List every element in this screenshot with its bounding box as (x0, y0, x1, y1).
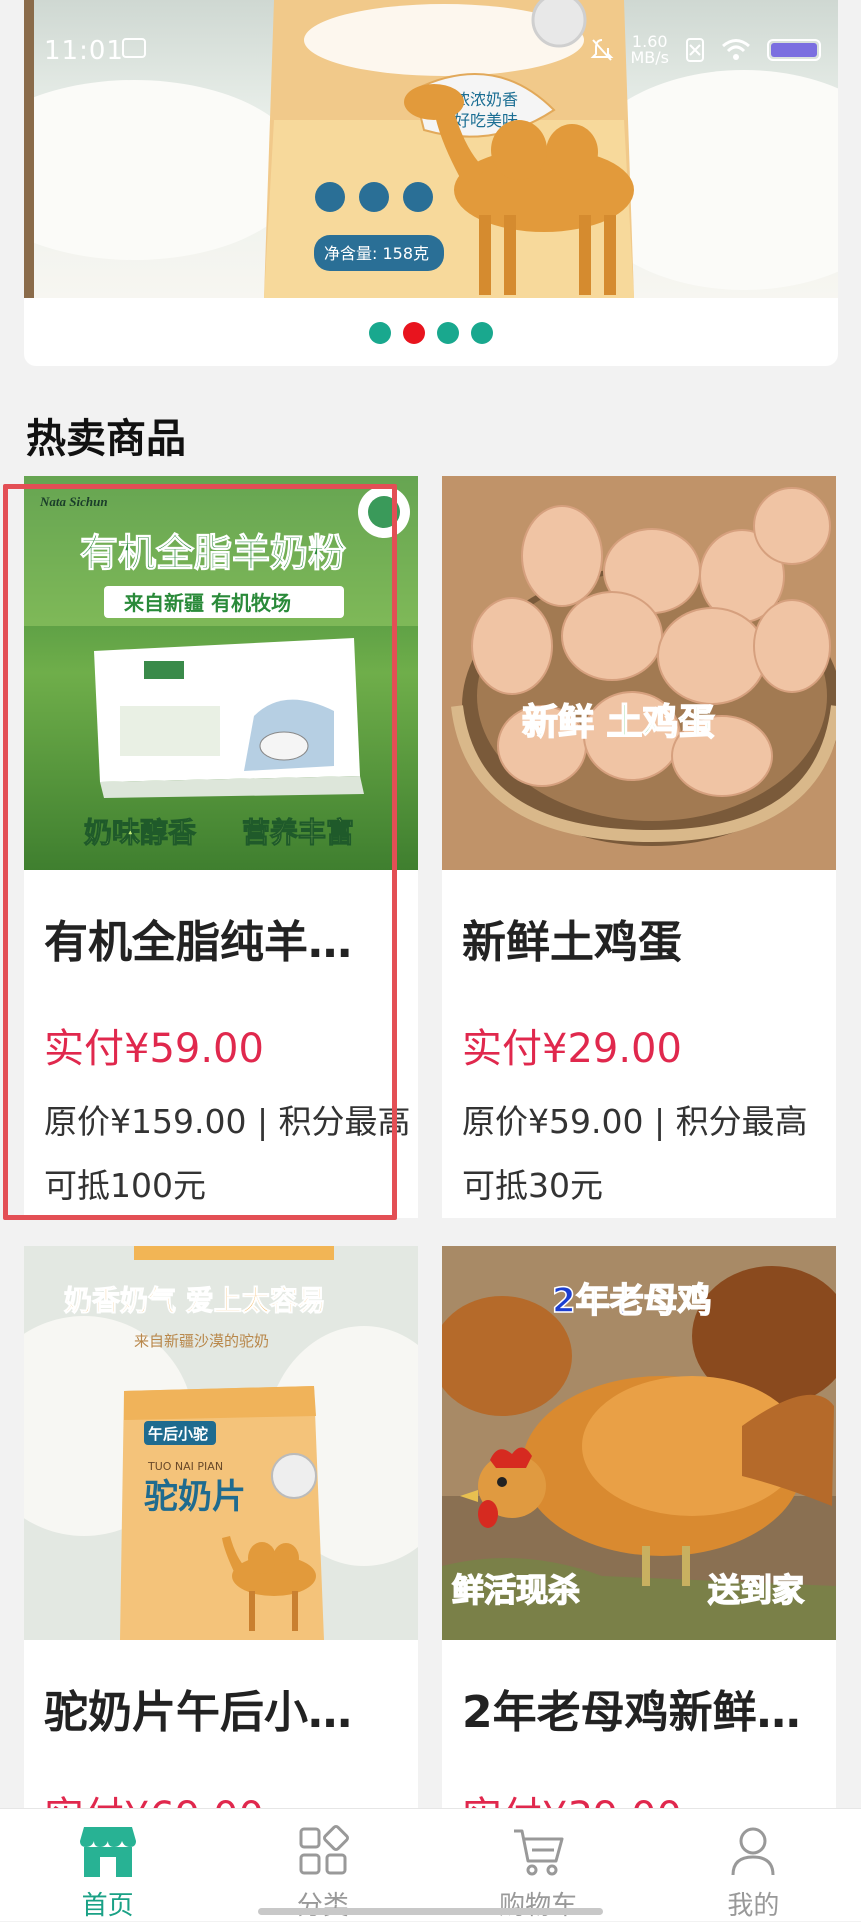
goat-tag-left: 奶味醇香 (84, 816, 196, 849)
mail-notification-icon (122, 38, 146, 58)
product-image: 新鲜 土鸡蛋 (442, 476, 836, 870)
carousel-dot[interactable] (369, 322, 391, 344)
tab-cart[interactable]: 购物车 (431, 1809, 646, 1921)
pouch-pinyin: TUO NAI PIAN (147, 1460, 223, 1473)
carousel-dot-active[interactable] (403, 322, 425, 344)
product-image: 奶香奶气 爱上太容易 来自新疆沙漠的驼奶 午后小驼 TUO NAI PIAN 驼… (24, 1246, 418, 1640)
product-title[interactable]: 有机全脂纯羊… (44, 906, 404, 970)
product-title[interactable]: 驼奶片午后小… (44, 1676, 404, 1740)
product-original-price: 原价¥59.00 | 积分最高可抵30元 (462, 1102, 808, 1205)
product-original-price: 原价¥159.00 | 积分最高可抵100元 (44, 1102, 411, 1205)
tab-profile[interactable]: 我的 (646, 1809, 861, 1921)
product-title[interactable]: 新鲜土鸡蛋 (462, 906, 822, 970)
pouch-name: 驼奶片 (144, 1477, 246, 1517)
grid-icon (299, 1825, 349, 1875)
goat-subline: 来自新疆 有机牧场 (123, 591, 291, 615)
carousel-dot[interactable] (437, 322, 459, 344)
section-title-hot-products: 热卖商品 (26, 416, 186, 462)
tab-category[interactable]: 分类 (215, 1809, 430, 1921)
product-card-camel-milk-tablet[interactable]: 奶香奶气 爱上太容易 来自新疆沙漠的驼奶 午后小驼 TUO NAI PIAN 驼… (24, 1246, 418, 1846)
network-speed-unit: MB/s (630, 48, 669, 67)
home-indicator[interactable] (258, 1908, 603, 1915)
pouch-brand: 午后小驼 (148, 1425, 208, 1443)
sim-off-icon (686, 38, 704, 62)
product-card-old-hen[interactable]: 2年老母鸡 鲜活现杀 送到家 2年老母鸡新鲜… 实付¥39.00 (442, 1246, 836, 1846)
hen-tag-right: 送到家 (708, 1571, 804, 1609)
cart-icon (514, 1829, 564, 1876)
battery-icon (767, 39, 821, 61)
tab-home-label: 首页 (81, 1891, 134, 1921)
bottom-tab-bar: 首页 分类 购物车 我的 (0, 1808, 861, 1921)
tab-cart-label: 购物车 (499, 1891, 578, 1921)
camel-milk-headline: 奶香奶气 爱上太容易 (64, 1284, 326, 1317)
tab-home[interactable]: 首页 (0, 1809, 215, 1921)
hen-headline: 2年老母鸡 (552, 1281, 712, 1321)
tab-category-label: 分类 (296, 1891, 349, 1921)
hen-tag-left: 鲜活现杀 (452, 1571, 580, 1609)
mute-icon (591, 39, 614, 61)
shop-icon (79, 1827, 136, 1877)
goat-brand: Nata Sichun (39, 494, 108, 509)
carousel-indicators (24, 322, 838, 344)
egg-headline: 新鲜 土鸡蛋 (522, 702, 715, 743)
carousel-dot[interactable] (471, 322, 493, 344)
status-time: 11:01 (44, 36, 124, 66)
product-card-goat-milk-powder[interactable]: Nata Sichun 有机全脂羊奶粉 来自新疆 有机牧场 奶味醇香 营养丰富 … (24, 476, 418, 1218)
product-price: 实付¥29.00 (462, 1026, 682, 1072)
goat-headline: 有机全脂羊奶粉 (80, 531, 346, 575)
banner-net-weight: 净含量: 158克 (324, 244, 429, 263)
tab-profile-label: 我的 (727, 1891, 780, 1921)
product-card-eggs[interactable]: 新鲜 土鸡蛋 新鲜土鸡蛋 实付¥29.00 原价¥59.00 | 积分最高可抵3… (442, 476, 836, 1218)
status-bar: 11:01 1.60 MB/s (0, 0, 861, 100)
product-title[interactable]: 2年老母鸡新鲜… (462, 1676, 822, 1740)
status-icons: 1.60 MB/s (590, 34, 821, 66)
network-speed: 1.60 MB/s (630, 34, 669, 66)
camel-milk-subline: 来自新疆沙漠的驼奶 (134, 1332, 269, 1350)
product-image: Nata Sichun 有机全脂羊奶粉 来自新疆 有机牧场 奶味醇香 营养丰富 (24, 476, 418, 870)
product-image: 2年老母鸡 鲜活现杀 送到家 (442, 1246, 836, 1640)
product-price: 实付¥59.00 (44, 1026, 264, 1072)
goat-tag-right: 营养丰富 (242, 816, 354, 849)
wifi-icon (722, 39, 750, 60)
user-icon (731, 1827, 775, 1876)
